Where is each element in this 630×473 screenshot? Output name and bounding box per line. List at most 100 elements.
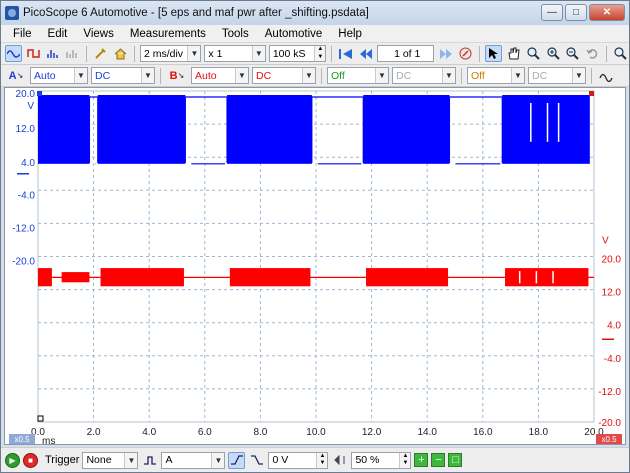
menu-edit[interactable]: Edit: [40, 28, 76, 40]
channel-a-tick-label: 20.0: [16, 89, 36, 100]
timebase-select[interactable]: 2 ms/div ▼: [139, 45, 202, 62]
channel-b-coupling-select[interactable]: DC ▼: [252, 67, 316, 84]
samples-stepper[interactable]: 100 kS ▲ ▼: [268, 45, 327, 62]
undo-zoom-icon[interactable]: [584, 45, 601, 62]
remove-ruler-button[interactable]: −: [431, 453, 446, 467]
spin-arrows-icon: ▲ ▼: [316, 452, 328, 468]
notes-button[interactable]: □: [448, 453, 463, 467]
channel-a-idle-segment: [184, 96, 228, 163]
channel-c-coupling-select[interactable]: DC ▼: [392, 67, 456, 84]
menu-tools[interactable]: Tools: [214, 28, 257, 40]
channel-b-tick-label: -4.0: [604, 354, 622, 365]
trigger-level-value: 0 V: [272, 454, 289, 466]
menu-views[interactable]: Views: [75, 28, 121, 40]
toolbar-separator: [331, 45, 333, 62]
maximize-button[interactable]: □: [565, 4, 587, 21]
spin-arrows-icon: ▲ ▼: [399, 452, 411, 468]
previous-buffer-icon[interactable]: [357, 45, 374, 62]
channel-b-scale-handle: [589, 91, 594, 96]
home-icon[interactable]: [112, 45, 129, 62]
toolbar-separator: [461, 67, 462, 84]
channel-a-unit: V: [27, 101, 34, 112]
x-axis-unit: ms: [42, 436, 55, 444]
spectrum-mode-icon[interactable]: [45, 45, 62, 62]
first-buffer-icon[interactable]: [337, 45, 354, 62]
channel-b-tick-label: 12.0: [602, 288, 622, 299]
channel-a-burst-gap: [546, 103, 549, 142]
chevron-down-icon: ▼: [572, 68, 585, 83]
channel-c-range-select[interactable]: Off ▼: [327, 67, 389, 84]
zoom-out-icon[interactable]: [564, 45, 581, 62]
channel-a-coupling-select[interactable]: DC ▼: [91, 67, 155, 84]
channel-b-range-select[interactable]: Auto ▼: [191, 67, 249, 84]
channel-a-pwm-burst: [363, 95, 450, 164]
menu-measurements[interactable]: Measurements: [122, 28, 214, 40]
channel-b-tick-label: 20.0: [602, 255, 622, 266]
trigger-mode-select[interactable]: None ▼: [82, 451, 139, 469]
x-tick-label: 4.0: [142, 427, 156, 438]
chevron-down-icon: ▼: [74, 68, 87, 83]
probe-icon[interactable]: [92, 45, 109, 62]
buffer-overview-icon[interactable]: [457, 45, 474, 62]
chevron-down-icon: ▼: [187, 46, 201, 61]
channel-b-pwm-burst: [366, 268, 449, 287]
rising-edge-icon[interactable]: [228, 451, 246, 469]
title-bar: PicoScope 6 Automotive - [5 eps and maf …: [1, 1, 629, 25]
select-pointer-icon[interactable]: [485, 45, 502, 62]
channel-a-tick-label: -4.0: [18, 190, 36, 201]
channel-a-options-icon[interactable]: A ↘: [5, 67, 27, 84]
zoom-to-fit-icon[interactable]: [612, 45, 629, 62]
channel-b-range-value: Auto: [195, 69, 217, 82]
toolbar-separator: [133, 45, 135, 62]
x-tick-label: 8.0: [253, 427, 267, 438]
start-capture-button[interactable]: ▶: [5, 452, 20, 468]
scope-mode-icon[interactable]: [5, 45, 22, 62]
minimize-button[interactable]: —: [541, 4, 563, 21]
window-title: PicoScope 6 Automotive - [5 eps and maf …: [23, 7, 369, 19]
advanced-trigger-icon[interactable]: [141, 452, 158, 469]
channel-d-coupling-select[interactable]: DC ▼: [528, 67, 586, 84]
picoscope-icon: [5, 6, 19, 20]
pretrigger-stepper[interactable]: 50 % ▲ ▼: [351, 451, 412, 469]
toolbar-separator: [591, 67, 592, 84]
right-zoom-badge-text: x0.5: [601, 435, 617, 444]
zoom-factor-select[interactable]: x 1 ▼: [204, 45, 266, 62]
channel-toolbar: A ↘ Auto ▼ DC ▼ B ↘ Auto ▼ DC ▼ Off ▼ DC ▼: [1, 65, 629, 87]
channel-b-tick-label: -12.0: [598, 387, 621, 398]
zoom-in-icon[interactable]: [545, 45, 562, 62]
persistence-mode-icon[interactable]: [25, 45, 42, 62]
menu-automotive[interactable]: Automotive: [257, 28, 331, 40]
timebase-value: 2 ms/div: [143, 47, 184, 60]
channel-a-range-select[interactable]: Auto ▼: [30, 67, 88, 84]
x-tick-label: 10.0: [306, 427, 326, 438]
add-ruler-button[interactable]: +: [414, 453, 429, 467]
channel-b-pwm-burst: [229, 268, 311, 287]
channel-b-burst-gap: [552, 271, 554, 284]
x-tick-label: 18.0: [529, 427, 549, 438]
math-channels-icon[interactable]: [65, 45, 82, 62]
channel-b-unit: V: [602, 235, 609, 246]
trigger-label: Trigger: [45, 454, 80, 466]
channel-b-options-icon[interactable]: B ↘: [166, 67, 188, 84]
menu-help[interactable]: Help: [330, 28, 370, 40]
x-tick-label: 14.0: [417, 427, 437, 438]
channel-a-coupling-value: DC: [95, 69, 111, 82]
trigger-source-select[interactable]: A ▼: [161, 451, 226, 469]
channel-a-idle-segment: [311, 96, 364, 163]
channel-d-range-select[interactable]: Off ▼: [467, 67, 525, 84]
scope-view[interactable]: 0.0 2.0 4.0 6.0 8.0 10.0 12.0 14.0 16.0 18.0 20.0 m…: [4, 87, 626, 445]
buffer-navigator[interactable]: 1 of 1: [376, 45, 435, 62]
stop-capture-button[interactable]: ■: [23, 452, 38, 468]
falling-edge-icon[interactable]: [248, 452, 265, 469]
scope-graph[interactable]: 0.0 2.0 4.0 6.0 8.0 10.0 12.0 14.0 16.0 18.0 20.0m…: [5, 88, 625, 444]
trigger-level-stepper[interactable]: 0 V ▲ ▼: [268, 451, 329, 469]
menu-file[interactable]: File: [5, 28, 40, 40]
hand-pan-icon[interactable]: [505, 45, 522, 62]
next-buffer-icon[interactable]: [437, 45, 454, 62]
pretrigger-value: 50 %: [355, 454, 380, 466]
channel-options-icon[interactable]: [597, 67, 614, 84]
channel-d-state-value: Off: [471, 69, 485, 82]
close-button[interactable]: ✕: [589, 4, 625, 21]
zoom-region-icon[interactable]: [525, 45, 542, 62]
channel-b-burst-gap: [518, 271, 521, 284]
